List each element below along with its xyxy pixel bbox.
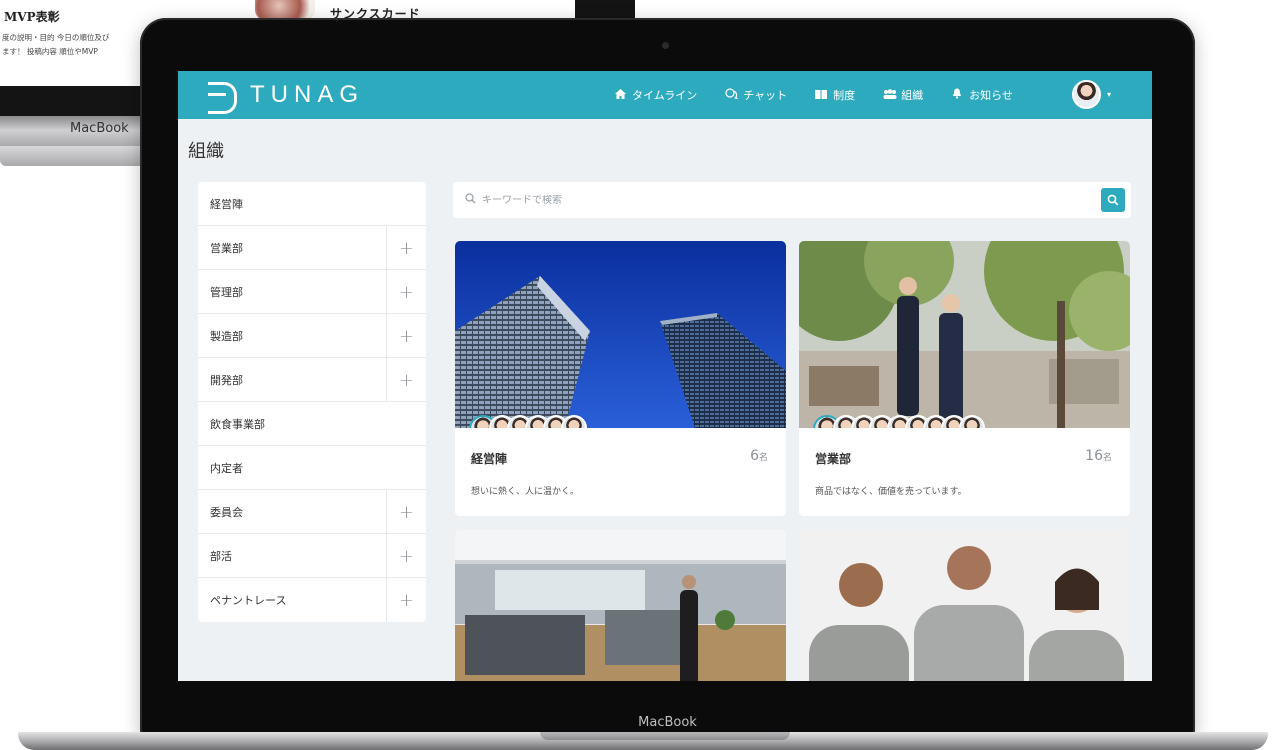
group-card-factory[interactable] <box>799 530 1130 681</box>
nav-item-timeline[interactable]: タイムライン <box>614 87 697 103</box>
chevron-down-icon: ▾ <box>1107 90 1112 99</box>
group-image-skyscrapers <box>455 241 786 428</box>
expand-plus-icon[interactable]: + <box>386 490 426 534</box>
main-nav: タイムライン チャット 制度 組織 お知らせ <box>614 71 1041 119</box>
nav-item-organization[interactable]: 組織 <box>883 87 923 103</box>
sidebar-item-label: 飲食事業部 <box>210 417 265 431</box>
user-menu[interactable]: ▾ <box>1072 80 1111 109</box>
expand-plus-icon[interactable]: + <box>386 314 426 358</box>
laptop-frame: TUNAG タイムライン チャット 制度 組織 お知らせ ▾ 組織 経営陣 営業… <box>140 18 1195 736</box>
sidebar-item-new-hires[interactable]: 内定者 <box>198 446 426 490</box>
logo-mark-icon <box>208 82 238 114</box>
logo[interactable]: TUNAG <box>208 81 364 114</box>
background-laptop-base <box>0 146 160 166</box>
chat-icon <box>725 88 739 102</box>
member-count-unit: 名 <box>1102 453 1112 463</box>
background-card-image <box>255 0 315 20</box>
background-laptop-brand: MacBook <box>70 121 129 136</box>
card-body: 営業部 16名 商品ではなく、価値を売っています。 <box>799 428 1130 516</box>
app-header: TUNAG タイムライン チャット 制度 組織 お知らせ ▾ <box>178 71 1152 119</box>
organization-sidebar: 経営陣 営業部 + 管理部 + 製造部 + 開発部 + 飲食事業部 内定者 委員… <box>198 182 426 622</box>
sidebar-item-management[interactable]: 経営陣 <box>198 182 426 226</box>
expand-plus-icon[interactable]: + <box>386 534 426 578</box>
nav-item-system[interactable]: 制度 <box>815 87 855 103</box>
background-screen-title: MVP表彰 <box>4 10 60 24</box>
group-description: 想いに熱く、人に温かく。 <box>471 487 580 497</box>
bell-icon <box>951 88 963 102</box>
group-name: 営業部 <box>815 452 852 466</box>
sidebar-item-pennant-race[interactable]: ペナントレース + <box>198 578 426 622</box>
expand-plus-icon[interactable]: + <box>386 358 426 402</box>
sidebar-item-label: 経営陣 <box>210 197 243 211</box>
nav-label: 制度 <box>833 89 856 102</box>
group-card-office[interactable] <box>455 530 786 681</box>
member-count-value: 6 <box>750 448 759 464</box>
sidebar-item-food-business[interactable]: 飲食事業部 <box>198 402 426 446</box>
expand-plus-icon[interactable]: + <box>386 578 426 622</box>
group-image-office <box>455 530 786 681</box>
search-button[interactable] <box>1101 188 1125 212</box>
group-card-management[interactable]: 経営陣 6名 想いに熱く、人に温かく。 <box>455 241 786 516</box>
sidebar-item-label: 委員会 <box>210 505 243 519</box>
member-count-value: 16 <box>1085 448 1103 464</box>
sidebar-item-committee[interactable]: 委員会 + <box>198 490 426 534</box>
group-description: 商品ではなく、価値を売っています。 <box>815 487 967 497</box>
device-brand-label: MacBook <box>638 715 697 730</box>
nav-label: チャット <box>743 89 788 102</box>
search-icon <box>1107 194 1119 206</box>
background-screen-line: 度の説明・目的 今日の順位及び <box>2 33 110 42</box>
nav-label: お知らせ <box>969 89 1013 102</box>
app-screen: TUNAG タイムライン チャット 制度 組織 お知らせ ▾ 組織 経営陣 営業… <box>178 71 1152 681</box>
search-icon <box>465 193 476 207</box>
search-input[interactable] <box>482 194 1062 206</box>
member-count-unit: 名 <box>758 453 768 463</box>
expand-plus-icon[interactable]: + <box>386 270 426 314</box>
camera-dot <box>662 42 669 49</box>
sidebar-item-sales[interactable]: 営業部 + <box>198 226 426 270</box>
group-image-walking-businessmen <box>799 241 1130 428</box>
sidebar-item-label: 製造部 <box>210 329 243 343</box>
background-screen-line: ます！ 投稿内容 順位やMVP <box>2 47 98 56</box>
search-bar <box>453 182 1131 218</box>
laptop-base-notch <box>540 732 790 740</box>
sidebar-item-clubs[interactable]: 部活 + <box>198 534 426 578</box>
expand-plus-icon[interactable]: + <box>386 226 426 270</box>
sidebar-item-administration[interactable]: 管理部 + <box>198 270 426 314</box>
member-count: 16名 <box>1085 448 1112 464</box>
nav-item-chat[interactable]: チャット <box>725 87 787 103</box>
people-icon <box>883 88 897 102</box>
book-icon <box>815 89 828 102</box>
sidebar-item-manufacturing[interactable]: 製造部 + <box>198 314 426 358</box>
sidebar-item-label: ペナントレース <box>210 594 287 607</box>
sidebar-item-label: 部活 <box>210 549 232 563</box>
sidebar-item-label: 内定者 <box>210 461 243 475</box>
group-card-sales[interactable]: 営業部 16名 商品ではなく、価値を売っています。 <box>799 241 1130 516</box>
user-avatar <box>1072 80 1101 109</box>
sidebar-item-development[interactable]: 開発部 + <box>198 358 426 402</box>
stage: MVP表彰 度の説明・目的 今日の順位及び ます！ 投稿内容 順位やMVP サン… <box>0 0 1281 750</box>
nav-label: 組織 <box>901 89 924 102</box>
sidebar-item-label: 営業部 <box>210 241 243 255</box>
logo-text: TUNAG <box>250 81 364 108</box>
nav-label: タイムライン <box>632 89 698 102</box>
group-image-factory-workers <box>799 530 1130 681</box>
card-body: 経営陣 6名 想いに熱く、人に温かく。 <box>455 428 786 516</box>
nav-item-notifications[interactable]: お知らせ <box>951 87 1013 103</box>
sidebar-item-label: 開発部 <box>210 373 243 387</box>
home-icon <box>614 88 626 102</box>
member-count: 6名 <box>750 448 768 464</box>
sidebar-item-label: 管理部 <box>210 285 243 299</box>
page-title: 組織 <box>188 141 224 162</box>
group-name: 経営陣 <box>471 452 508 466</box>
